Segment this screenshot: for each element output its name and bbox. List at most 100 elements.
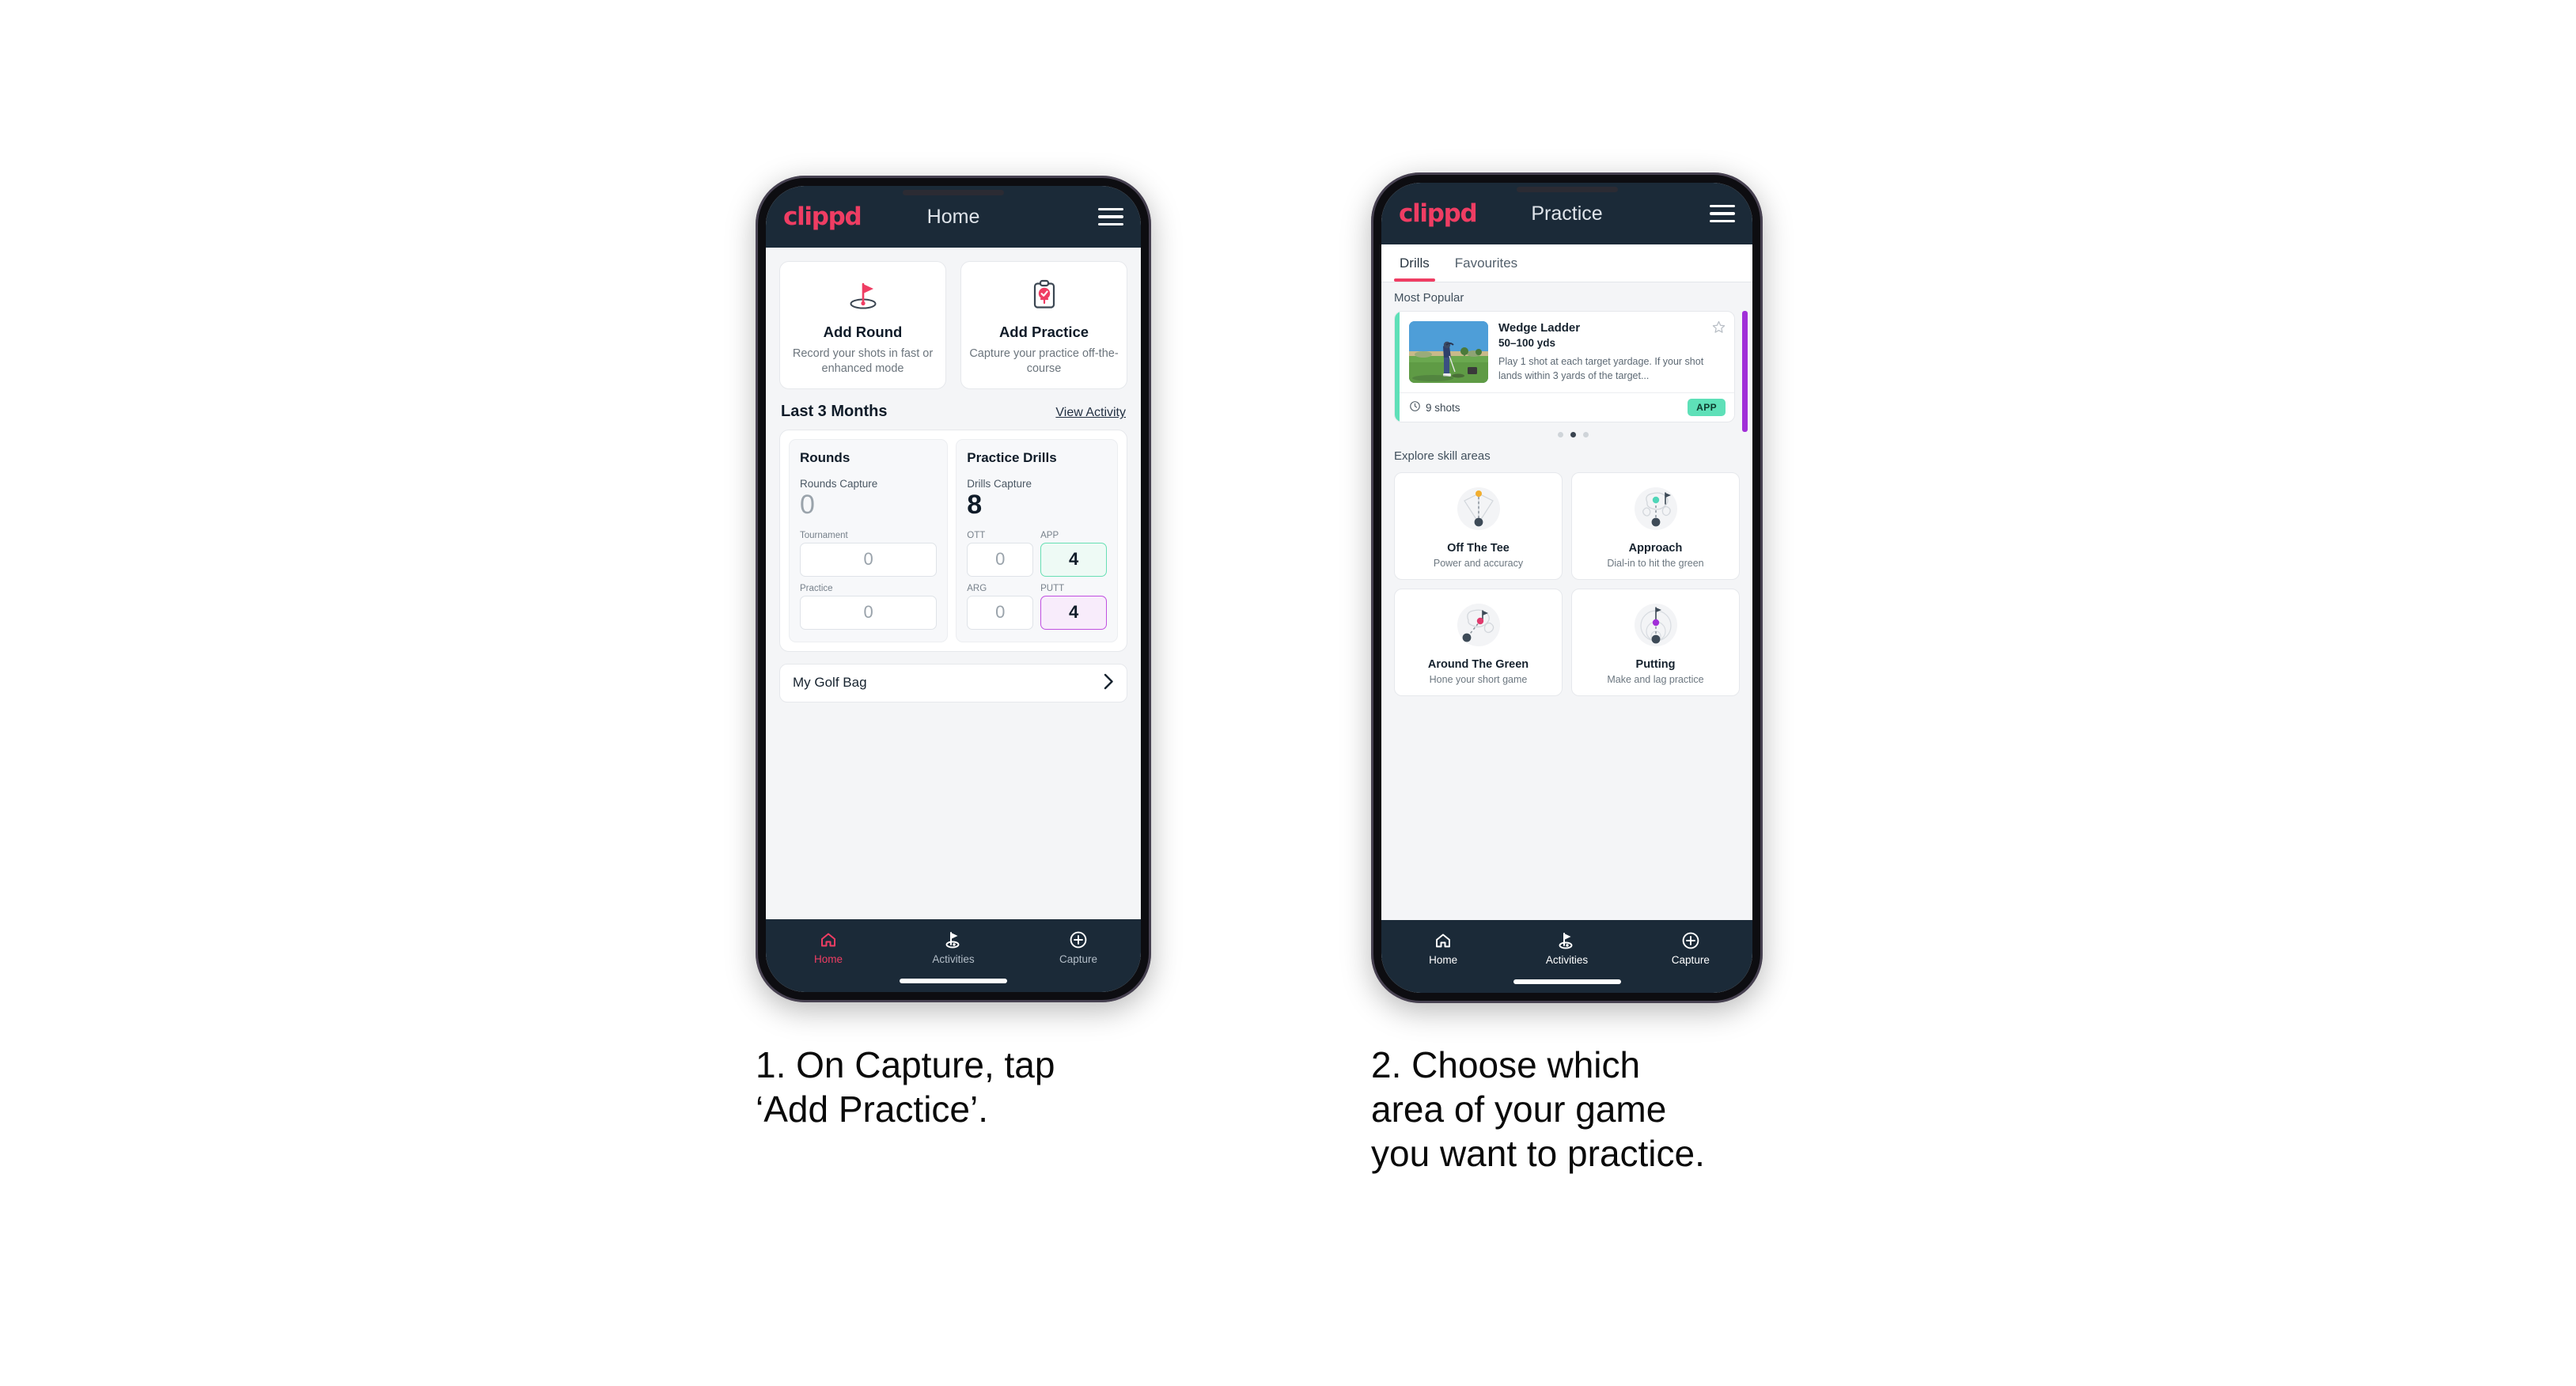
practice-tabs: Drills Favourites — [1381, 244, 1752, 282]
tournament-label: Tournament — [800, 530, 848, 540]
rounds-capture-value: 0 — [800, 490, 815, 521]
view-activity-link[interactable]: View Activity — [1055, 406, 1126, 420]
drills-heading: Practice Drills — [967, 450, 1057, 466]
nav-label-capture: Capture — [1059, 953, 1098, 965]
skill-card-putting[interactable]: Putting Make and lag practice — [1571, 589, 1740, 697]
tab-favourites[interactable]: Favourites — [1449, 244, 1523, 282]
phone-device-home: clippd Home Add Round Record your shots … — [756, 176, 1151, 1002]
hamburger-menu-icon[interactable] — [1710, 205, 1735, 222]
home-indicator — [900, 979, 1007, 983]
skill-title: Putting — [1635, 658, 1676, 672]
tab-drills-label: Drills — [1400, 255, 1430, 271]
drills-capture-label: Drills Capture — [967, 478, 1032, 490]
drill-description: Play 1 shot at each target yardage. If y… — [1498, 356, 1704, 382]
nav-item-activities[interactable]: Activities — [1505, 930, 1628, 966]
skill-subtitle: Hone your short game — [1429, 674, 1528, 686]
clipboard-check-icon — [968, 275, 1120, 315]
drill-carousel[interactable]: Wedge Ladder 50–100 yds Play 1 shot at e… — [1381, 311, 1752, 441]
nav-item-home[interactable]: Home — [766, 930, 891, 965]
nav-item-home[interactable]: Home — [1381, 930, 1505, 966]
arg-label: ARG — [967, 583, 987, 593]
practice-drills-column: Practice Drills Drills Capture 8 OTT 0 A… — [956, 439, 1118, 642]
plus-circle-icon — [1069, 930, 1088, 949]
drill-card-wedge-ladder[interactable]: Wedge Ladder 50–100 yds Play 1 shot at e… — [1394, 311, 1735, 423]
skill-card-off-the-tee[interactable]: Off The Tee Power and accuracy — [1394, 472, 1563, 581]
drill-card-footer: 9 shots APP — [1395, 392, 1734, 422]
explore-skill-areas-heading: Explore skill areas — [1394, 449, 1491, 464]
drill-name: Wedge Ladder — [1498, 321, 1581, 335]
add-round-card[interactable]: Add Round Record your shots in fast or e… — [779, 261, 946, 390]
last-3-months-header: Last 3 Months View Activity — [766, 389, 1141, 430]
rounds-column: Rounds Rounds Capture 0 Tournament 0 Pra… — [789, 439, 949, 642]
nav-item-capture[interactable]: Capture — [1016, 930, 1141, 965]
star-outline-icon[interactable] — [1711, 320, 1726, 339]
rounds-heading: Rounds — [800, 450, 850, 466]
carousel-dot[interactable] — [1583, 432, 1589, 438]
phone1-bottom-nav: Home Activities Capture — [766, 919, 1141, 992]
skill-card-approach[interactable]: Approach Dial-in to hit the green — [1571, 472, 1740, 581]
app-value[interactable]: 4 — [1040, 542, 1108, 577]
putt-label: PUTT — [1040, 583, 1065, 593]
approach-icon — [1578, 483, 1733, 536]
phone1-content: Add Round Record your shots in fast or e… — [766, 248, 1141, 919]
stats-card: Rounds Rounds Capture 0 Tournament 0 Pra… — [779, 430, 1127, 652]
caption-step-2: 2. Choose which area of your game you wa… — [1371, 1044, 1705, 1175]
golf-flag-icon — [1556, 930, 1577, 950]
phone2-bottom-nav: Home Activities Capture — [1381, 920, 1752, 993]
most-popular-heading: Most Popular — [1394, 291, 1464, 305]
drill-shots: 9 shots — [1409, 400, 1460, 415]
app-label: APP — [1040, 530, 1059, 540]
earpiece-speaker — [903, 190, 1004, 195]
carousel-dot[interactable] — [1558, 432, 1563, 438]
drill-metrics-row-1: OTT 0 APP 4 — [967, 530, 1108, 577]
golf-flag-hole-icon — [786, 275, 939, 315]
practice-metric: Practice 0 — [800, 583, 938, 630]
hamburger-menu-icon[interactable] — [1098, 208, 1123, 225]
screenshot-stage: clippd Home Add Round Record your shots … — [0, 0, 2576, 1386]
tab-drills[interactable]: Drills — [1394, 244, 1435, 282]
chevron-right-icon — [1104, 673, 1114, 693]
off-the-tee-icon — [1401, 483, 1555, 536]
next-card-peek[interactable] — [1742, 311, 1748, 432]
skill-subtitle: Dial-in to hit the green — [1607, 558, 1704, 570]
practice-label: Practice — [800, 583, 833, 593]
golf-flag-icon — [943, 930, 964, 949]
my-golf-bag-row[interactable]: My Golf Bag — [779, 663, 1127, 702]
nav-item-activities[interactable]: Activities — [891, 930, 1016, 965]
tab-favourites-label: Favourites — [1454, 255, 1518, 271]
clock-icon — [1409, 400, 1421, 415]
arg-metric: ARG 0 — [967, 583, 1034, 630]
putt-metric: PUTT 4 — [1040, 583, 1108, 630]
drill-thumbnail — [1409, 321, 1488, 383]
around-the-green-icon — [1401, 599, 1555, 653]
ott-value[interactable]: 0 — [967, 542, 1034, 577]
clippd-logo: clippd — [783, 202, 862, 231]
nav-label-home: Home — [813, 953, 843, 965]
tournament-metric: Tournament 0 — [800, 530, 938, 577]
add-round-title: Add Round — [823, 324, 903, 340]
arg-value[interactable]: 0 — [967, 595, 1034, 630]
drill-text-block: Wedge Ladder 50–100 yds Play 1 shot at e… — [1498, 320, 1726, 383]
practice-value[interactable]: 0 — [800, 595, 938, 630]
plus-circle-icon — [1681, 930, 1700, 950]
nav-label-home: Home — [1429, 954, 1458, 966]
home-icon — [1434, 930, 1453, 950]
ott-metric: OTT 0 — [967, 531, 1034, 577]
my-golf-bag-label: My Golf Bag — [793, 675, 867, 691]
nav-label-capture: Capture — [1671, 954, 1710, 966]
drill-metrics-row-2: ARG 0 PUTT 4 — [967, 583, 1108, 630]
carousel-dots — [1394, 422, 1752, 441]
add-practice-card[interactable]: Add Practice Capture your practice off-t… — [960, 261, 1127, 390]
clippd-logo: clippd — [1399, 199, 1478, 228]
drill-yardage: 50–100 yds — [1498, 337, 1556, 349]
phone2-content: Drills Favourites Most Popular Wedge Lad… — [1381, 244, 1752, 920]
putt-value[interactable]: 4 — [1040, 595, 1108, 630]
carousel-dot-active[interactable] — [1570, 432, 1576, 438]
skill-card-around-the-green[interactable]: Around The Green Hone your short game — [1394, 589, 1563, 697]
home-indicator — [1513, 979, 1621, 984]
caption-step-1: 1. On Capture, tap ‘Add Practice’. — [756, 1044, 1055, 1130]
add-practice-subtitle: Capture your practice off-the-course — [969, 347, 1119, 376]
drills-capture-value: 8 — [967, 490, 983, 521]
tournament-value[interactable]: 0 — [800, 542, 938, 577]
nav-item-capture[interactable]: Capture — [1629, 930, 1752, 966]
